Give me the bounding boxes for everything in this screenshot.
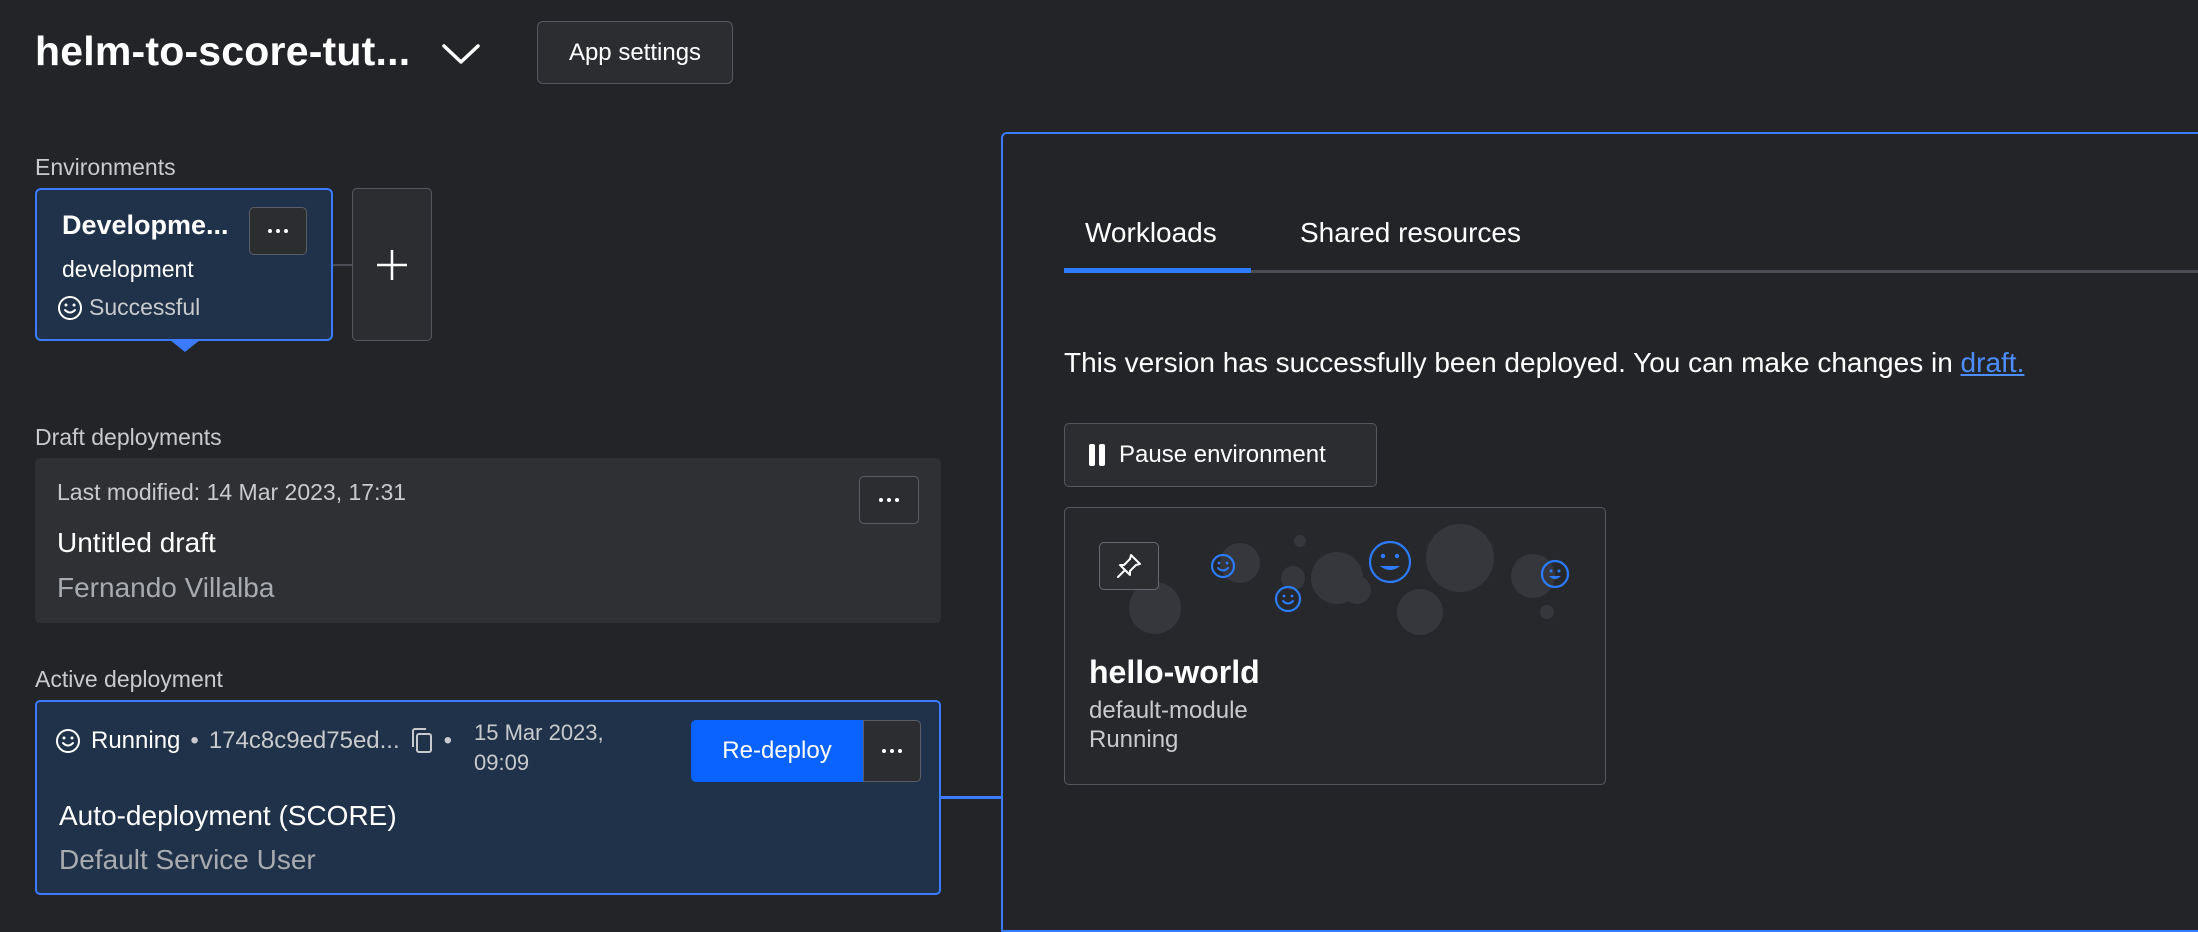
app-settings-button[interactable]: App settings — [537, 21, 733, 84]
environments-label: Environments — [35, 154, 176, 180]
smiley-icon — [56, 729, 80, 753]
pause-environment-label: Pause environment — [1119, 441, 1326, 468]
commit-hash: 174c8c9ed75ed... — [208, 727, 400, 754]
app-title: helm-to-score-tut... — [35, 28, 411, 74]
deployment-message: This version has successfully been deplo… — [1064, 347, 2024, 379]
active-status: Running — [91, 727, 181, 754]
active-deployment-date: 15 Mar 2023, 09:09 — [474, 718, 604, 778]
copy-icon[interactable] — [410, 727, 434, 755]
deployment-detail-panel: Workloads Shared resources This version … — [1001, 132, 2198, 932]
deployment-message-text: This version has successfully been deplo… — [1064, 347, 1961, 378]
add-environment-button[interactable] — [352, 188, 432, 341]
chevron-down-icon[interactable] — [440, 40, 482, 68]
draft-link[interactable]: draft. — [1961, 347, 2025, 378]
smiley-icon — [58, 295, 82, 320]
separator-dot: • — [443, 727, 453, 754]
redeploy-button[interactable]: Re-deploy — [691, 720, 863, 782]
active-deployment-card[interactable]: Running • 174c8c9ed75ed... • 15 Mar 2023… — [35, 700, 941, 895]
pin-icon — [1117, 554, 1141, 578]
tab-workloads[interactable]: Workloads — [1085, 217, 1217, 249]
pin-button[interactable] — [1099, 542, 1159, 590]
active-deployment-label: Active deployment — [35, 666, 223, 692]
active-menu-button[interactable] — [863, 720, 921, 782]
draft-menu-button[interactable] — [859, 476, 919, 524]
workload-module: default-module — [1089, 697, 1248, 724]
panel-connector — [941, 796, 1002, 799]
separator-dot: • — [190, 727, 199, 754]
plus-icon — [377, 249, 407, 280]
environment-status-text: Successful — [89, 294, 201, 320]
date-line-2: 09:09 — [474, 750, 530, 775]
date-line-1: 15 Mar 2023, — [474, 720, 604, 745]
tab-shared-resources[interactable]: Shared resources — [1300, 217, 1521, 249]
more-icon — [268, 229, 288, 233]
more-icon — [882, 749, 902, 753]
draft-last-modified: Last modified: 14 Mar 2023, 17:31 — [57, 479, 407, 505]
draft-deployment-card[interactable]: Last modified: 14 Mar 2023, 17:31 Untitl… — [35, 458, 941, 623]
environment-status: Successful — [57, 294, 200, 321]
more-icon — [879, 498, 899, 502]
environment-connector — [333, 264, 353, 266]
workload-status: Running — [1089, 726, 1179, 753]
draft-title: Untitled draft — [57, 527, 216, 558]
workload-card[interactable]: hello-world default-module Running — [1064, 507, 1606, 785]
active-deployment-title: Auto-deployment (SCORE) — [59, 800, 397, 831]
draft-author: Fernando Villalba — [57, 572, 275, 603]
pause-icon — [1089, 444, 1105, 466]
environment-name: Developme... — [62, 210, 229, 240]
pause-environment-button[interactable]: Pause environment — [1064, 423, 1377, 487]
draft-deployments-label: Draft deployments — [35, 424, 222, 450]
environment-menu-button[interactable] — [249, 207, 307, 255]
active-deployment-author: Default Service User — [59, 844, 316, 875]
environment-id: development — [62, 256, 194, 282]
workload-name: hello-world — [1089, 654, 1260, 690]
active-deployment-meta: Running • 174c8c9ed75ed... • — [55, 727, 452, 755]
environment-card[interactable]: Developme... development Successful — [35, 188, 333, 341]
active-tab-indicator — [1064, 268, 1251, 273]
selected-pointer — [170, 340, 200, 352]
